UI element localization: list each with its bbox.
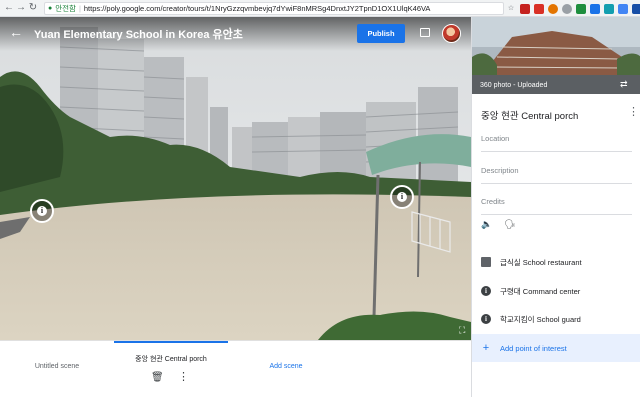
plus-icon: + [482,342,490,354]
info-icon: i [481,286,491,296]
secure-label: 안전함 [55,4,76,13]
poi-hotspot[interactable]: i [30,199,54,223]
info-icon: i [481,314,491,324]
extension-lightblue-icon[interactable] [618,3,628,14]
scene-title[interactable]: 중앙 현관 Central porch [481,108,578,122]
voice-narration-icon[interactable]: 🗣 [504,219,515,230]
extension-blue-icon[interactable] [590,3,600,14]
back-arrow-icon[interactable]: ← [9,25,23,39]
panorama-viewport[interactable]: ← Yuan Elementary School in Korea 유안초 ⋮ … [0,17,471,340]
poi-label: 학교지킴이 School guard [500,314,581,324]
scene-label: Untitled scene [34,363,80,370]
extension-teal-icon[interactable] [604,3,614,14]
poi-hotspot[interactable]: i [390,185,414,209]
title-more-icon[interactable]: ⋮ [224,25,236,39]
add-poi-label: Add point of interest [500,343,567,353]
reload-icon[interactable]: ↻ [27,1,39,15]
poi-list-item[interactable]: 급식실 School restaurant [472,248,640,276]
url-text: https://poly.google.com/creator/tours/t/… [83,4,431,13]
extension-gray-icon[interactable] [562,3,572,14]
add-scene-button[interactable]: Add scene [256,363,316,370]
description-placeholder: Description [481,166,519,175]
poi-label: 급식실 School restaurant [500,257,582,267]
user-avatar[interactable] [442,24,461,43]
scene-item[interactable]: Untitled scene [22,341,92,398]
info-icon: i [37,206,47,216]
forward-nav-icon[interactable]: → [15,1,27,15]
scene-label: 중앙 현관 Central porch [135,356,207,363]
back-nav-icon[interactable]: ← [3,1,15,15]
scene-thumbnail[interactable]: 360 photo - Uploaded ⇄ [472,17,640,94]
extension-tag-icon[interactable] [576,3,586,14]
panorama-image [0,17,471,340]
location-field[interactable]: Location [481,130,632,152]
comment-icon[interactable] [420,28,430,37]
tour-title[interactable]: Yuan Elementary School in Korea 유안초 [34,26,243,42]
info-icon: i [397,192,407,202]
trash-icon[interactable]: 🗑 [151,372,164,383]
poi-list-item[interactable]: i 학교지킴이 School guard [472,305,640,333]
credits-placeholder: Credits [481,197,505,206]
extension-pdf-icon[interactable] [534,3,544,14]
credits-field[interactable]: Credits [481,193,632,215]
lock-icon: ● [48,5,53,12]
publish-button[interactable]: Publish [357,24,405,43]
audio-controls: 🔈 🗣 [481,219,516,230]
browser-toolbar: ← → ↻ ● 안전함 | https://poly.google.com/cr… [0,0,640,17]
fullscreen-icon[interactable]: ⛶ [459,326,468,335]
poi-list-item[interactable]: i 구령대 Command center [472,277,640,305]
image-icon [481,257,491,267]
address-separator: | [78,4,81,13]
star-icon[interactable]: ☆ [506,4,516,14]
thumbnail-caption: 360 photo - Uploaded [480,82,548,89]
address-bar[interactable]: ● 안전함 | https://poly.google.com/creator/… [44,2,504,15]
scene-details-panel: 360 photo - Uploaded ⇄ 중앙 현관 Central por… [471,17,640,397]
replace-photo-icon[interactable]: ⇄ [620,79,628,90]
scene-strip: Untitled scene 중앙 현관 Central porch 🗑 ⋮ A… [0,340,471,397]
extension-orange-icon[interactable] [548,3,558,14]
scene-options-icon[interactable]: ⋮ [628,105,639,118]
location-placeholder: Location [481,134,510,143]
description-field[interactable]: Description [481,162,632,184]
extension-red-icon[interactable] [520,3,530,14]
extension-bar: ☆ ⋮ [506,2,640,15]
extension-darkblue-icon[interactable] [632,3,640,14]
scene-item-active[interactable]: 중앙 현관 Central porch 🗑 ⋮ [114,341,228,398]
speaker-icon[interactable]: 🔈 [481,219,492,230]
add-poi-button[interactable]: + Add point of interest [472,334,640,362]
scene-more-icon[interactable]: ⋮ [178,370,189,383]
poi-label: 구령대 Command center [500,286,581,296]
